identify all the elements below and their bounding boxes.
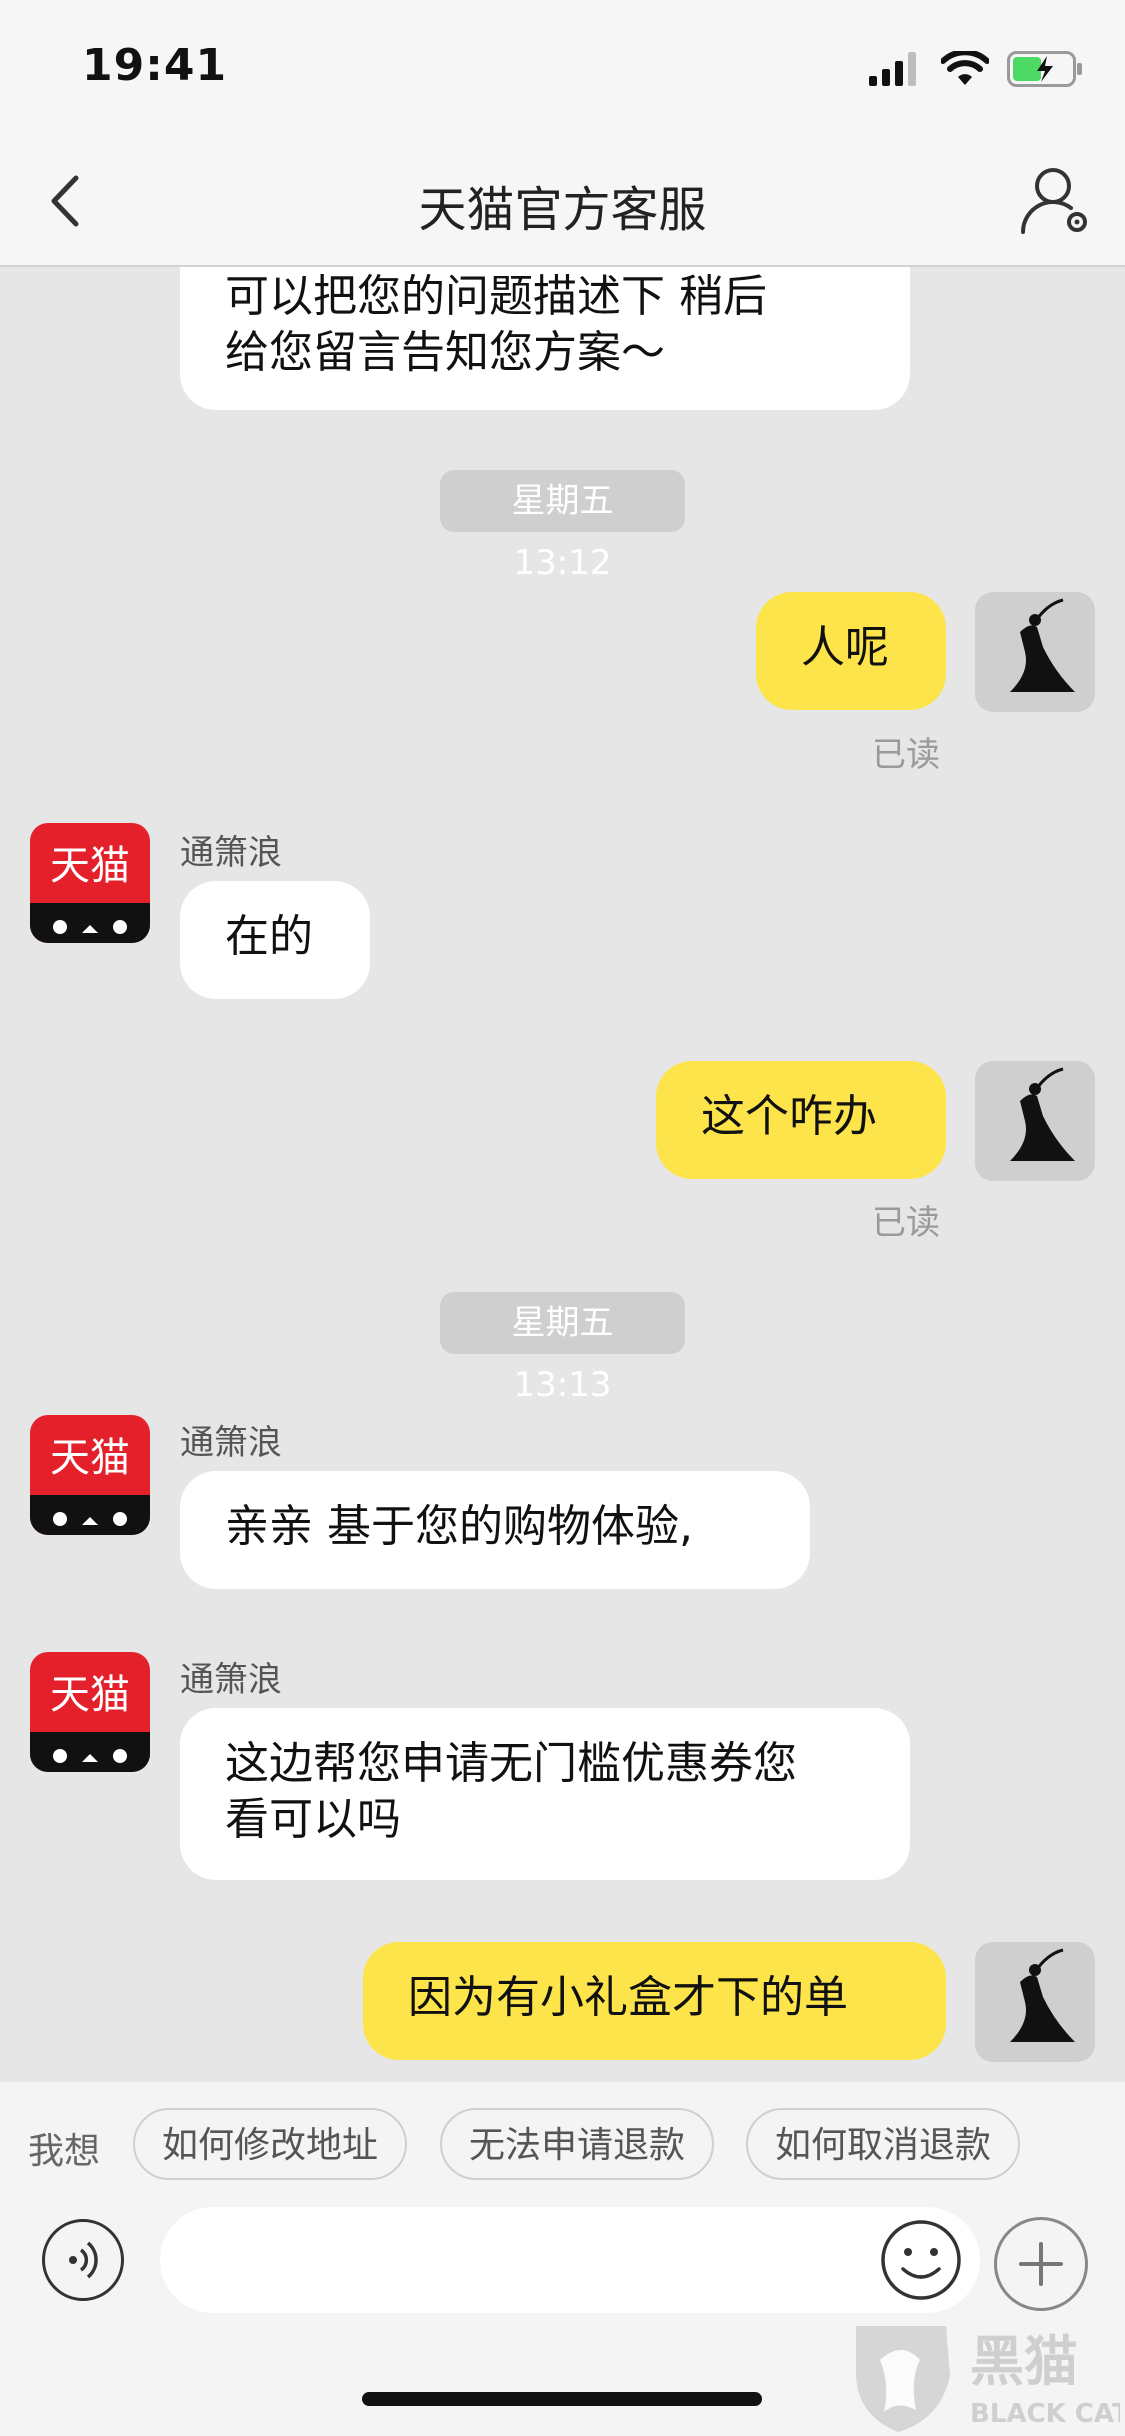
quick-reply-label: 我想	[28, 2131, 101, 2172]
nav-bar: 天猫官方客服	[0, 130, 1125, 267]
status-time: 19:41	[82, 40, 228, 91]
user-message: 这个咋办	[656, 1061, 946, 1179]
svg-text:天猫: 天猫	[50, 1435, 130, 1481]
user-avatar[interactable]	[975, 1942, 1095, 2062]
sender-name: 通箫浪	[180, 1660, 282, 1700]
agent-avatar[interactable]: 天猫	[30, 1415, 150, 1535]
voice-button[interactable]	[42, 2219, 124, 2301]
svg-text:BLACK CAT: BLACK CAT	[970, 2399, 1120, 2429]
voice-icon	[69, 2241, 98, 2279]
user-avatar[interactable]	[975, 1061, 1095, 1181]
status-icons	[869, 44, 1085, 94]
svg-text:黑猫: 黑猫	[970, 2330, 1078, 2393]
user-message: 人呢	[756, 592, 946, 710]
emoji-icon[interactable]	[878, 2217, 964, 2303]
dancer-photo	[975, 592, 1095, 712]
user-avatar[interactable]	[975, 592, 1095, 712]
agent-message: 在的	[180, 881, 370, 999]
black-cat-watermark: 黑猫 BLACK CAT	[856, 2326, 1120, 2432]
tmall-logo-icon: 天猫	[30, 1415, 150, 1535]
timestamp: 星期五 13:13	[440, 1292, 685, 1405]
quick-reply-chip[interactable]: 如何取消退款	[746, 2108, 1020, 2180]
plus-icon	[1019, 2242, 1063, 2286]
status-bar: 19:41	[0, 0, 1125, 130]
agent-message: 亲亲 基于您的购物体验,	[180, 1471, 810, 1589]
message-input[interactable]	[160, 2207, 980, 2313]
sender-name: 通箫浪	[180, 1423, 282, 1463]
chat-area[interactable]: 可以把您的问题描述下 稍后 给您留言告知您方案～ 星期五 13:12 人呢 已读…	[0, 267, 1125, 2082]
wifi-icon	[941, 51, 989, 85]
agent-message: 这边帮您申请无门槛优惠券您 看可以吗	[180, 1708, 910, 1880]
svg-text:天猫: 天猫	[50, 843, 130, 889]
read-status: 已读	[872, 735, 940, 775]
read-status: 已读	[872, 1203, 940, 1243]
sender-name: 通箫浪	[180, 833, 282, 873]
page-title: 天猫官方客服	[418, 182, 707, 238]
add-button[interactable]	[994, 2217, 1088, 2311]
dancer-photo	[975, 1942, 1095, 2062]
timestamp: 星期五 13:12	[440, 470, 685, 583]
agent-message-partial: 可以把您的问题描述下 稍后 给您留言告知您方案～	[180, 267, 910, 410]
quick-reply-chip[interactable]: 无法申请退款	[440, 2108, 714, 2180]
svg-text:天猫: 天猫	[50, 1672, 130, 1718]
dancer-photo	[975, 1061, 1095, 1181]
quick-reply-chip[interactable]: 如何修改地址	[133, 2108, 407, 2180]
user-settings-icon[interactable]	[1015, 158, 1095, 238]
home-indicator	[362, 2392, 762, 2406]
battery-charging-icon	[1007, 51, 1082, 87]
quick-reply-bar: 我想 如何修改地址 无法申请退款 如何取消退款	[0, 2082, 1125, 2207]
user-message: 因为有小礼盒才下的单	[363, 1942, 946, 2060]
tmall-logo-icon: 天猫	[30, 1652, 150, 1772]
agent-avatar[interactable]: 天猫	[30, 1652, 150, 1772]
agent-avatar[interactable]: 天猫	[30, 823, 150, 943]
tmall-logo-icon: 天猫	[30, 823, 150, 943]
signal-icon	[869, 52, 916, 86]
